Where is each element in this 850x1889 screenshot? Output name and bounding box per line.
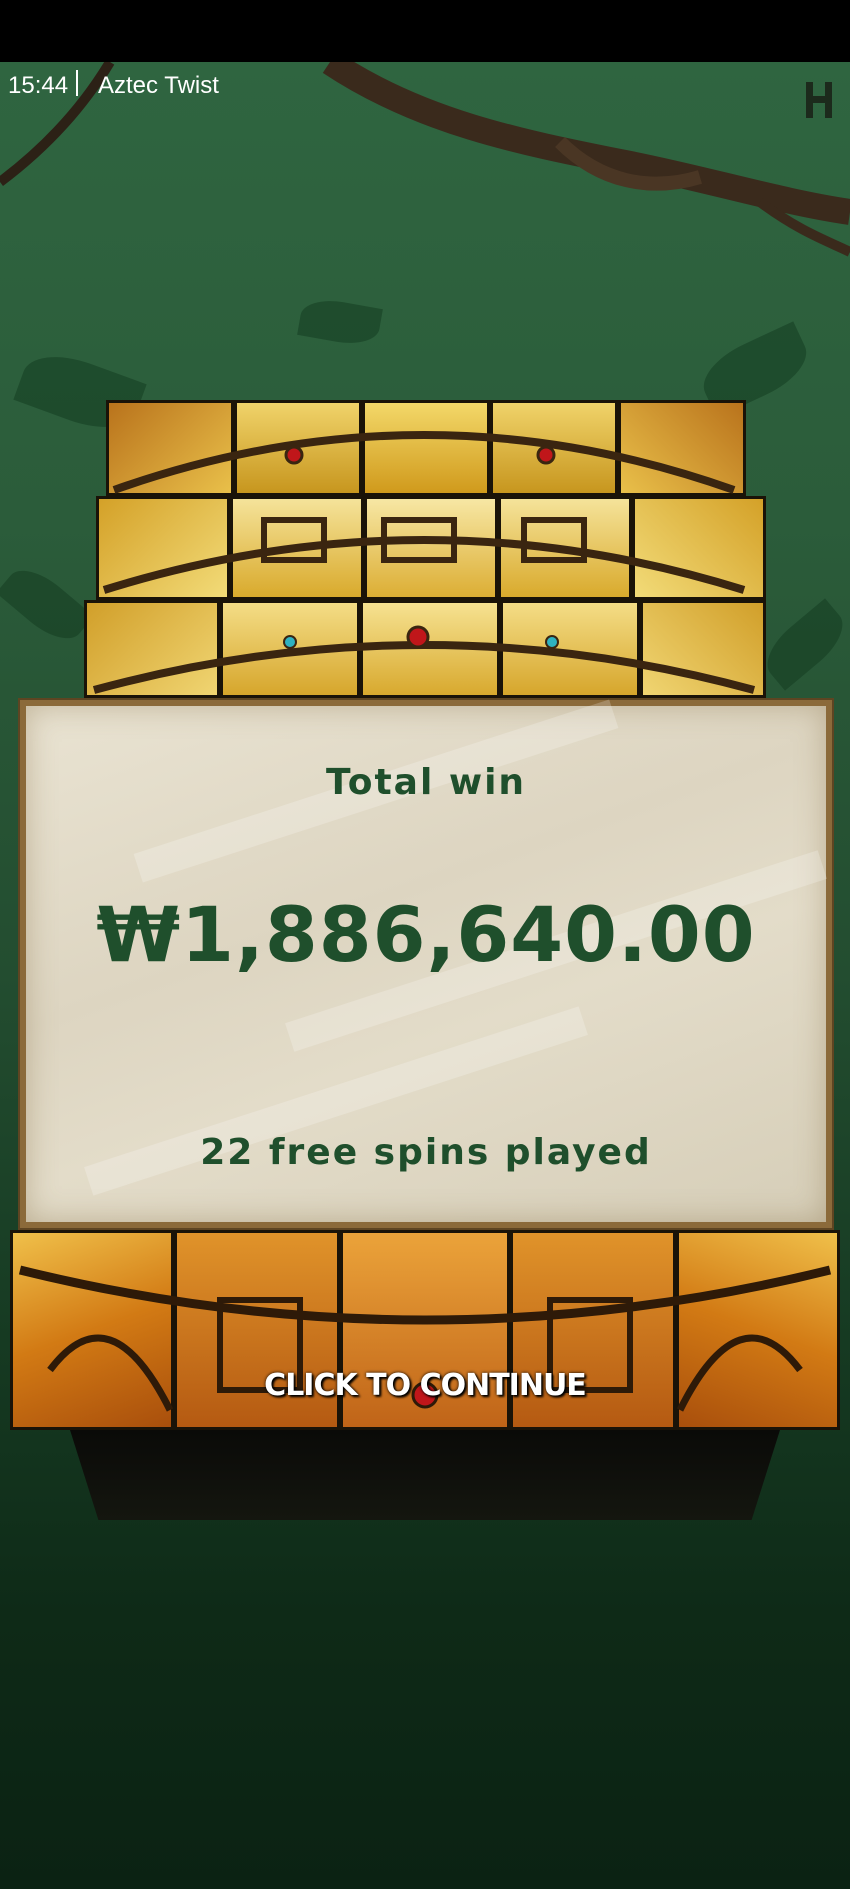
aztec-pattern-overlay <box>92 431 756 694</box>
h-logo-icon[interactable] <box>804 80 834 120</box>
title-separator <box>76 70 78 96</box>
status-bar <box>0 0 850 62</box>
cube-shadow <box>70 1430 780 1520</box>
free-spins-played-text: 22 free spins played <box>200 1132 652 1173</box>
jungle-leaf <box>0 558 94 651</box>
cube-reels-top <box>84 400 766 698</box>
jungle-leaf <box>756 598 850 691</box>
jungle-leaf <box>297 295 383 349</box>
clock: 15:44 <box>8 72 69 99</box>
total-win-amount: ₩1,886,640.00 <box>96 890 756 979</box>
total-win-label: Total win <box>325 762 527 803</box>
game-title: Aztec Twist <box>98 72 219 99</box>
total-win-panel[interactable]: Total win ₩1,886,640.00 22 free spins pl… <box>20 699 832 1228</box>
click-to-continue[interactable]: CLICK TO CONTINUE <box>0 1368 850 1403</box>
top-bar: 15:44 Aztec Twist <box>0 62 850 112</box>
